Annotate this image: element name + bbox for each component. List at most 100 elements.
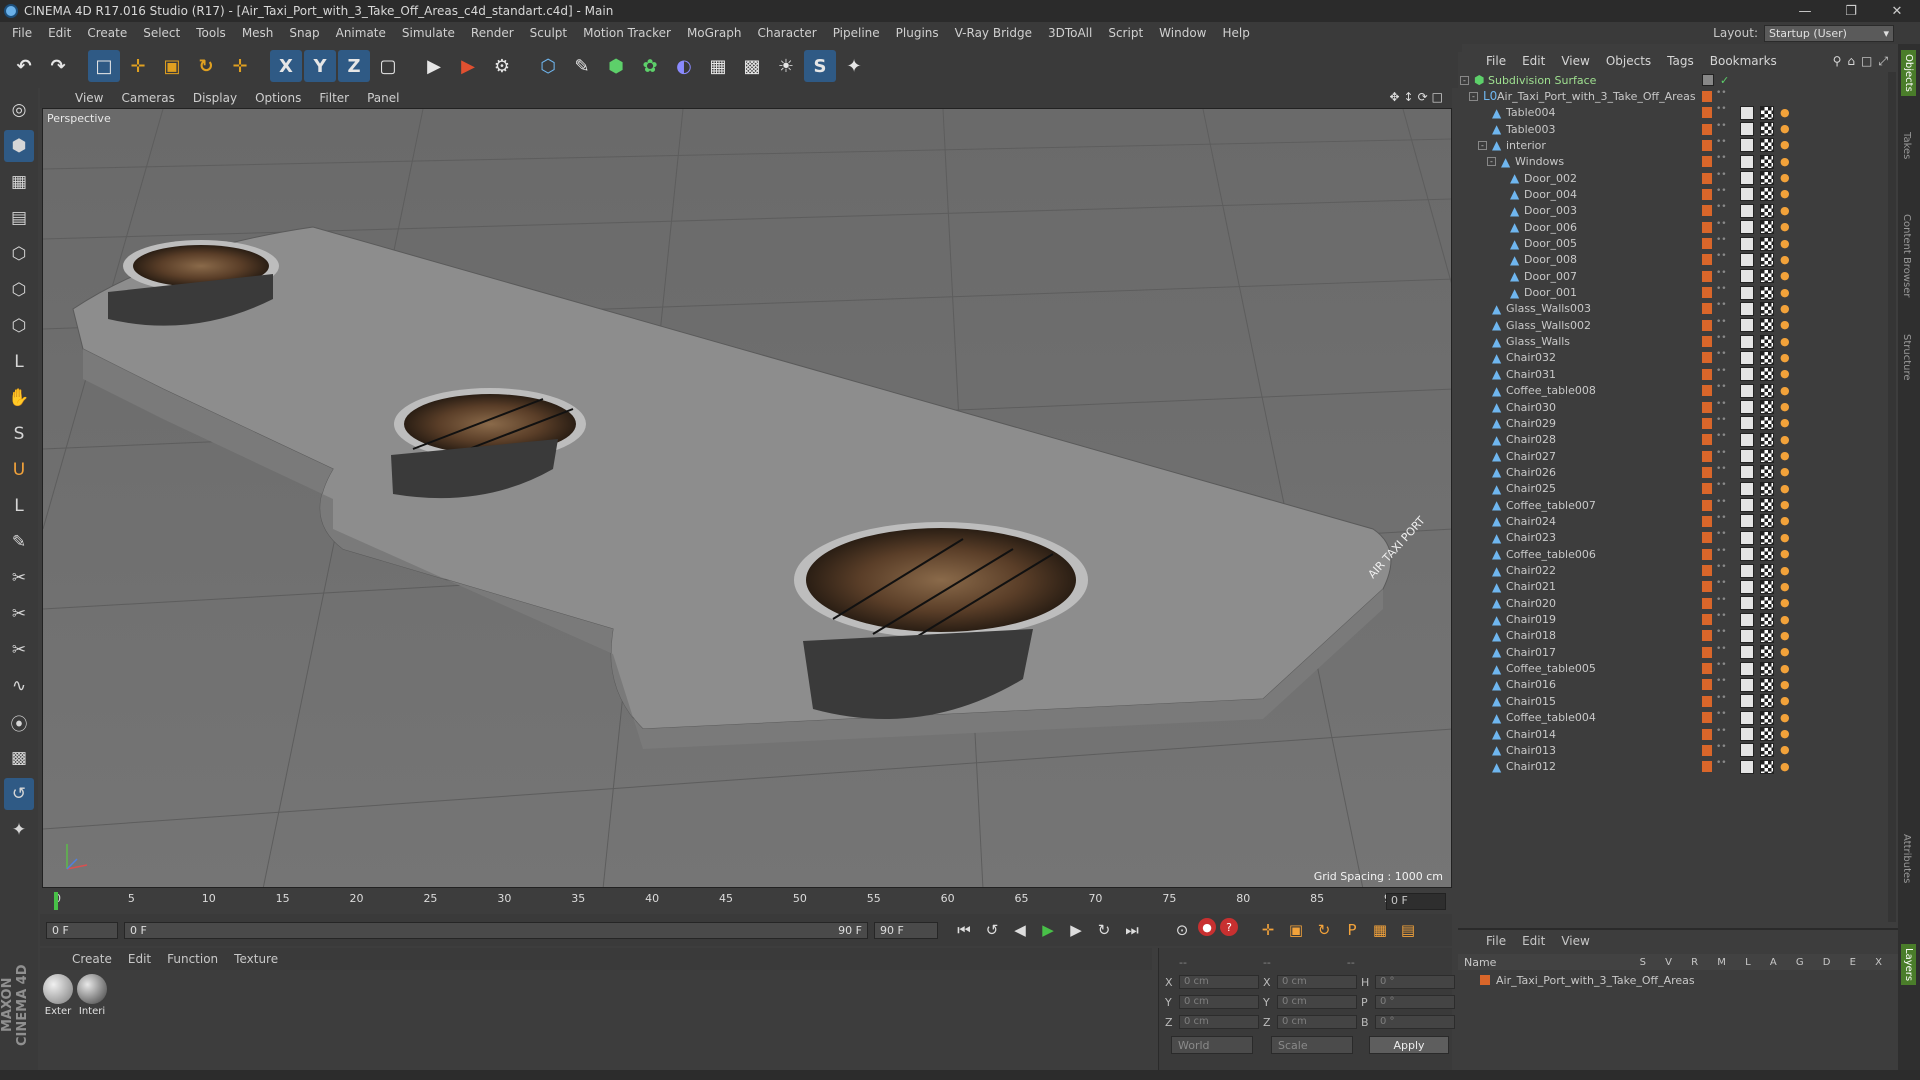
layer-color-icon[interactable] (1702, 303, 1712, 315)
object-menu-tags[interactable]: Tags (1659, 54, 1702, 68)
key-button-3[interactable]: P (1340, 918, 1364, 942)
layer-color-icon[interactable] (1702, 597, 1712, 609)
viewport-menu-view[interactable]: View (66, 91, 112, 105)
apply-button[interactable]: Apply (1369, 1036, 1449, 1054)
material-menu-create[interactable]: Create (64, 952, 120, 966)
bridge-icon[interactable]: ✂ (4, 598, 34, 630)
phong-tag-icon[interactable] (1740, 579, 1754, 594)
layer-color-icon[interactable] (1702, 646, 1712, 658)
texture-tag-icon[interactable] (1760, 383, 1774, 398)
texture-tag-icon[interactable] (1760, 449, 1774, 464)
x-axis-icon[interactable]: X (270, 50, 302, 82)
menu-plugins[interactable]: Plugins (888, 26, 947, 40)
material-interior[interactable]: Interi (76, 974, 108, 1017)
material-tag-icon[interactable]: ● (1780, 335, 1792, 349)
texture-tag-icon[interactable] (1760, 154, 1774, 169)
material-tag-icon[interactable]: ● (1780, 187, 1792, 201)
phong-tag-icon[interactable] (1740, 481, 1754, 496)
texture-tag-icon[interactable] (1760, 105, 1774, 120)
material-tag-icon[interactable]: ● (1780, 547, 1792, 561)
phong-tag-icon[interactable] (1740, 449, 1754, 464)
object-menu-file[interactable]: File (1478, 54, 1514, 68)
material-tag-icon[interactable]: ● (1780, 498, 1792, 512)
record-button-2[interactable]: ? (1220, 918, 1238, 936)
material-tag-icon[interactable]: ● (1780, 253, 1792, 267)
check-icon[interactable]: ✓ (1720, 74, 1729, 87)
light-icon[interactable]: ☀ (770, 50, 802, 82)
key-button-5[interactable]: ▤ (1396, 918, 1420, 942)
texture-tag-icon[interactable] (1760, 236, 1774, 251)
layer-color-icon[interactable] (1702, 581, 1712, 593)
coord-value-field[interactable]: 0 cm (1179, 1015, 1259, 1029)
phong-tag-icon[interactable] (1740, 269, 1754, 284)
menu-v-ray-bridge[interactable]: V-Ray Bridge (947, 26, 1040, 40)
playback-button-2[interactable]: ◀ (1008, 918, 1032, 942)
layer-color-icon[interactable] (1702, 287, 1712, 299)
material-tag-icon[interactable]: ● (1780, 645, 1792, 659)
material-tag-icon[interactable]: ● (1780, 204, 1792, 218)
layer-color-icon[interactable] (1702, 172, 1712, 184)
phong-tag-icon[interactable] (1740, 596, 1754, 611)
expand-toggle-icon[interactable]: - (1460, 75, 1469, 85)
material-tag-icon[interactable]: ● (1780, 482, 1792, 496)
material-tag-icon[interactable]: ● (1780, 694, 1792, 708)
material-tag-icon[interactable]: ● (1780, 727, 1792, 741)
phong-tag-icon[interactable] (1740, 677, 1754, 692)
tweak-mode-icon[interactable]: ✋ (4, 382, 34, 414)
side-tab-layers[interactable]: Layers (1901, 944, 1916, 986)
material-tag-icon[interactable]: ● (1780, 367, 1792, 381)
layer-color-icon[interactable] (1702, 663, 1712, 675)
phong-tag-icon[interactable] (1740, 301, 1754, 316)
weld-icon[interactable]: ⦿ (4, 706, 34, 738)
playback-button-5[interactable]: ↻ (1092, 918, 1116, 942)
menu-sculpt[interactable]: Sculpt (522, 26, 575, 40)
layer-row[interactable]: Air_Taxi_Port_with_3_Take_Off_Areas (1458, 972, 1898, 988)
texture-tag-icon[interactable] (1760, 301, 1774, 316)
viewport-menu-display[interactable]: Display (184, 91, 246, 105)
layer-menu-view[interactable]: View (1553, 934, 1597, 948)
coord-value-field[interactable]: 0 cm (1277, 1015, 1357, 1029)
visibility-dots-icon[interactable]: •• (1716, 726, 1727, 740)
snap-icon[interactable]: L (4, 490, 34, 522)
material-tag-icon[interactable]: ● (1780, 318, 1792, 332)
playback-button-1[interactable]: ↺ (980, 918, 1004, 942)
phong-tag-icon[interactable] (1740, 400, 1754, 414)
phong-tag-icon[interactable] (1740, 350, 1754, 365)
material-tag-icon[interactable]: ● (1780, 400, 1792, 414)
floor-icon[interactable]: ▦ (702, 50, 734, 82)
record-button-1[interactable]: ● (1198, 918, 1216, 936)
material-tag-icon[interactable]: ● (1780, 351, 1792, 365)
texture-tag-icon[interactable] (1760, 334, 1774, 349)
visibility-dots-icon[interactable]: •• (1716, 432, 1727, 445)
playback-button-4[interactable]: ▶ (1064, 918, 1088, 942)
phong-tag-icon[interactable] (1740, 122, 1754, 137)
texture-tag-icon[interactable] (1760, 677, 1774, 692)
maximize-button[interactable]: ❐ (1828, 4, 1874, 19)
visibility-dots-icon[interactable]: •• (1716, 693, 1727, 707)
layout-dropdown[interactable]: Startup (User) ▾ (1764, 24, 1894, 42)
texture-tag-icon[interactable] (1760, 612, 1774, 627)
visibility-dots-icon[interactable]: •• (1716, 481, 1727, 494)
side-tab-objects[interactable]: Objects (1901, 50, 1916, 96)
coord-value-field[interactable]: 0 cm (1179, 975, 1259, 989)
layer-color-icon[interactable] (1702, 270, 1712, 282)
phong-tag-icon[interactable] (1740, 563, 1754, 578)
points-mode-icon[interactable]: ⬡ (4, 238, 34, 270)
layer-color-icon[interactable] (1702, 483, 1712, 495)
texture-tag-icon[interactable] (1760, 579, 1774, 594)
texture-tag-icon[interactable] (1760, 203, 1774, 218)
texture-tag-icon[interactable] (1760, 727, 1774, 741)
material-tag-icon[interactable]: ● (1780, 662, 1792, 676)
layer-color-icon[interactable] (1702, 90, 1712, 102)
material-tag-icon[interactable]: ● (1780, 155, 1792, 169)
y-axis-icon[interactable]: Y (304, 50, 336, 82)
texture-tag-icon[interactable] (1760, 530, 1774, 545)
knife-icon[interactable]: ✂ (4, 562, 34, 594)
texture-tag-icon[interactable] (1760, 187, 1774, 202)
workplane-icon[interactable]: ▤ (4, 202, 34, 234)
material-tag-icon[interactable]: ● (1780, 613, 1792, 627)
transform-icon[interactable]: ✛ (224, 50, 256, 82)
visibility-dots-icon[interactable]: •• (1716, 334, 1727, 347)
key-button-1[interactable]: ▣ (1284, 918, 1308, 942)
material-tag-icon[interactable]: ● (1780, 286, 1792, 300)
